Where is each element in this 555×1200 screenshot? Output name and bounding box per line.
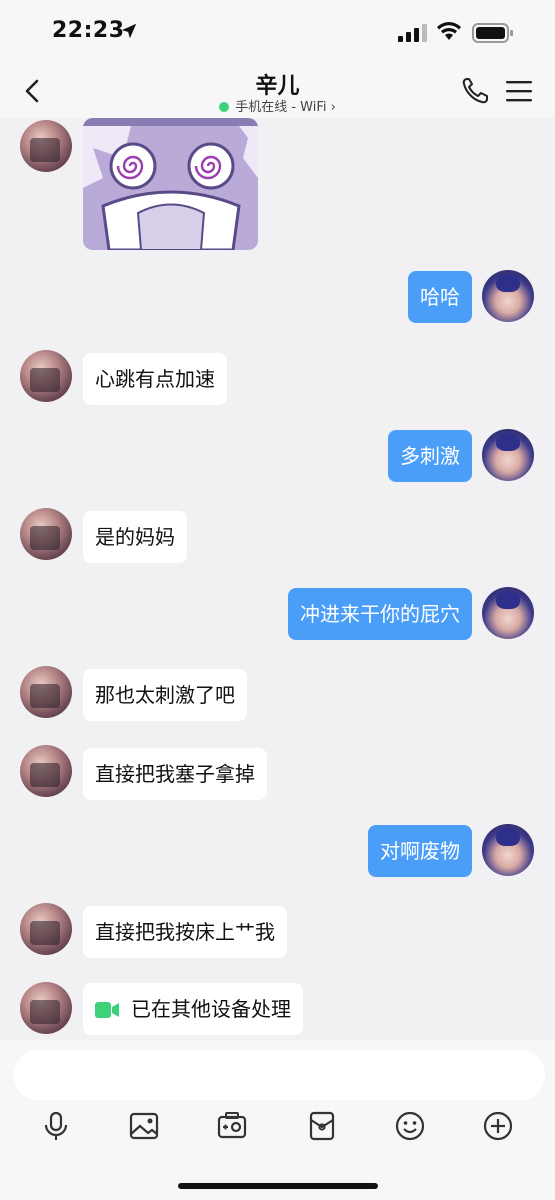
cellular-signal-icon: [398, 24, 427, 42]
plus-icon[interactable]: [482, 1110, 514, 1142]
message-bubble-received[interactable]: 那也太刺激了吧: [83, 669, 247, 721]
message-bubble-received[interactable]: 直接把我塞子拿掉: [83, 748, 267, 800]
contact-avatar[interactable]: [20, 745, 72, 797]
message-bubble-sent[interactable]: 多刺激: [388, 430, 472, 482]
message-input[interactable]: [14, 1050, 545, 1100]
contact-avatar[interactable]: [20, 508, 72, 560]
video-call-text: 已在其他设备处理: [131, 997, 291, 1021]
home-indicator[interactable]: [178, 1183, 378, 1189]
my-avatar[interactable]: [482, 270, 534, 322]
video-call-notice[interactable]: 已在其他设备处理: [83, 983, 303, 1035]
message-bubble-received[interactable]: 直接把我按床上艹我: [83, 906, 287, 958]
online-status-text: 手机在线 - WiFi: [235, 100, 327, 115]
message-bubble-received[interactable]: 是的妈妈: [83, 511, 187, 563]
camera-icon[interactable]: [216, 1110, 248, 1142]
message-bubble-sent[interactable]: 对啊废物: [368, 825, 472, 877]
menu-icon[interactable]: [504, 78, 534, 104]
emoji-icon[interactable]: [394, 1110, 426, 1142]
microphone-icon[interactable]: [40, 1110, 72, 1142]
my-avatar[interactable]: [482, 429, 534, 481]
contact-avatar[interactable]: [20, 666, 72, 718]
contact-avatar[interactable]: [20, 350, 72, 402]
message-list[interactable]: 哈哈 心跳有点加速 多刺激 是的妈妈 冲进来干你的屁穴 那也太刺激了吧 直接把我…: [0, 118, 555, 1040]
status-time: 22:23: [52, 18, 125, 43]
input-bar: [0, 1040, 555, 1200]
message-bubble-sent[interactable]: 冲进来干你的屁穴: [288, 588, 472, 640]
message-bubble-sent[interactable]: 哈哈: [408, 271, 472, 323]
phone-call-icon[interactable]: [460, 76, 490, 106]
contact-avatar[interactable]: [20, 982, 72, 1034]
image-icon[interactable]: [128, 1110, 160, 1142]
contact-avatar[interactable]: [20, 903, 72, 955]
sticker-message[interactable]: [83, 118, 258, 250]
red-packet-icon[interactable]: [306, 1110, 338, 1142]
my-avatar[interactable]: [482, 587, 534, 639]
wifi-icon: [437, 22, 461, 40]
online-dot: [219, 102, 230, 112]
video-camera-icon: [95, 1002, 119, 1018]
chat-header: 辛儿 手机在线 - WiFi ›: [0, 64, 555, 118]
location-arrow-icon: [121, 23, 137, 39]
chevron-right-icon: ›: [330, 100, 336, 115]
surprised-face-sticker: [83, 118, 258, 250]
battery-icon: [472, 23, 513, 43]
my-avatar[interactable]: [482, 824, 534, 876]
contact-avatar[interactable]: [20, 120, 72, 172]
status-bar: 22:23: [0, 0, 555, 64]
message-bubble-received[interactable]: 心跳有点加速: [83, 353, 227, 405]
